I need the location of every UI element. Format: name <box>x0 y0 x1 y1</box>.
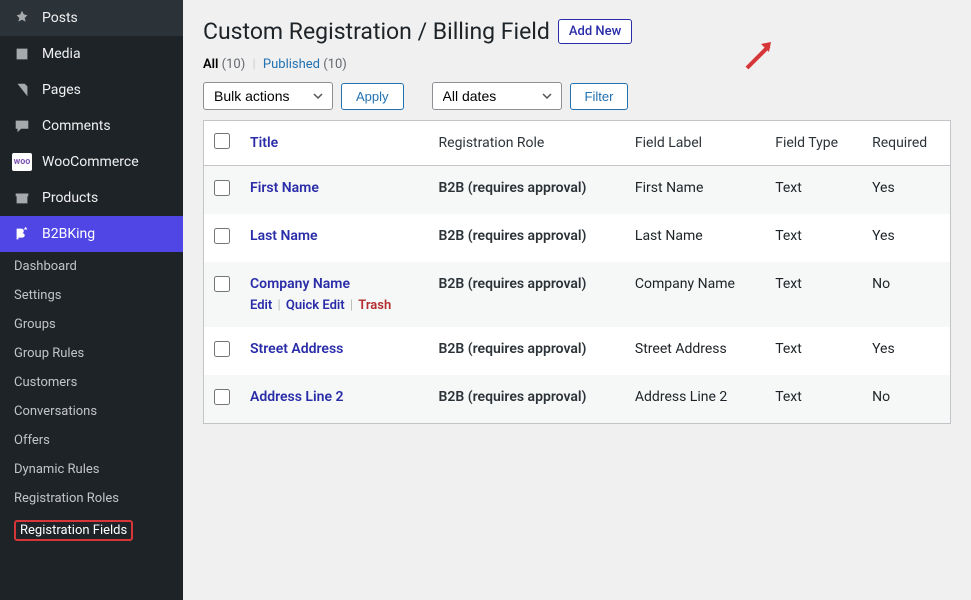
row-required: Yes <box>862 327 950 375</box>
submenu-conversations[interactable]: Conversations <box>0 397 183 426</box>
row-checkbox[interactable] <box>214 276 230 292</box>
filter-button[interactable]: Filter <box>570 83 629 110</box>
row-title-link[interactable]: Address Line 2 <box>250 389 343 405</box>
menu-label: WooCommerce <box>42 154 139 170</box>
row-checkbox[interactable] <box>214 180 230 196</box>
row-title-link[interactable]: First Name <box>250 180 319 196</box>
row-label: Address Line 2 <box>625 375 765 424</box>
row-label: Company Name <box>625 262 765 327</box>
submenu-registration-roles[interactable]: Registration Roles <box>0 484 183 513</box>
pages-icon <box>12 80 32 100</box>
add-new-button[interactable]: Add New <box>558 19 632 44</box>
menu-woocommerce[interactable]: woo WooCommerce <box>0 144 183 180</box>
menu-label: Posts <box>42 10 78 26</box>
submenu-offers[interactable]: Offers <box>0 426 183 455</box>
row-role: B2B (requires approval) <box>439 180 587 196</box>
menu-media[interactable]: Media <box>0 36 183 72</box>
row-actions: Edit | Quick Edit | Trash <box>250 298 419 313</box>
row-role: B2B (requires approval) <box>439 389 587 405</box>
menu-label: Products <box>42 190 98 206</box>
menu-comments[interactable]: Comments <box>0 108 183 144</box>
pin-icon <box>12 8 32 28</box>
menu-pages[interactable]: Pages <box>0 72 183 108</box>
row-role: B2B (requires approval) <box>439 276 587 292</box>
label-col: Field Label <box>625 121 765 166</box>
role-col: Registration Role <box>429 121 625 166</box>
title-col[interactable]: Title <box>240 121 429 166</box>
table-controls: Bulk actions Apply All dates Filter <box>203 82 951 110</box>
menu-label: B2BKing <box>42 226 95 242</box>
menu-label: Media <box>42 46 81 62</box>
fields-table: Title Registration Role Field Label Fiel… <box>203 120 951 424</box>
view-filters: All (10) | Published (10) <box>203 57 951 72</box>
table-row: Street Address B2B (requires approval) Str… <box>204 327 951 375</box>
menu-posts[interactable]: Posts <box>0 0 183 36</box>
b2bking-icon <box>12 224 32 244</box>
quick-edit-link[interactable]: Quick Edit <box>286 298 345 313</box>
row-checkbox[interactable] <box>214 228 230 244</box>
row-role: B2B (requires approval) <box>439 228 587 244</box>
row-type: Text <box>765 262 862 327</box>
table-row: Address Line 2 B2B (requires approval) Add… <box>204 375 951 424</box>
trash-link[interactable]: Trash <box>358 298 391 313</box>
menu-label: Pages <box>42 82 81 98</box>
filter-published[interactable]: Published (10) <box>263 57 347 72</box>
row-title-link[interactable]: Street Address <box>250 341 343 357</box>
row-type: Text <box>765 327 862 375</box>
menu-b2bking[interactable]: B2BKing <box>0 216 183 252</box>
date-filter-select[interactable]: All dates <box>432 82 562 110</box>
row-label: First Name <box>625 166 765 215</box>
row-required: Yes <box>862 214 950 262</box>
select-all-checkbox[interactable] <box>214 133 230 149</box>
select-all-col <box>204 121 241 166</box>
page-title: Custom Registration / Billing Field <box>203 18 550 45</box>
archive-icon <box>12 188 32 208</box>
submenu-group-rules[interactable]: Group Rules <box>0 339 183 368</box>
row-required: No <box>862 262 950 327</box>
required-col: Required <box>862 121 950 166</box>
submenu-customers[interactable]: Customers <box>0 368 183 397</box>
edit-link[interactable]: Edit <box>250 298 272 313</box>
submenu-groups[interactable]: Groups <box>0 310 183 339</box>
submenu-settings[interactable]: Settings <box>0 281 183 310</box>
bulk-actions-select[interactable]: Bulk actions <box>203 82 333 110</box>
menu-products[interactable]: Products <box>0 180 183 216</box>
row-required: No <box>862 375 950 424</box>
row-role: B2B (requires approval) <box>439 341 587 357</box>
filter-all[interactable]: All (10) <box>203 57 245 72</box>
row-checkbox[interactable] <box>214 341 230 357</box>
apply-button[interactable]: Apply <box>341 83 404 110</box>
submenu-label: Registration Fields <box>14 520 133 541</box>
row-title-link[interactable]: Last Name <box>250 228 318 244</box>
menu-label: Comments <box>42 118 111 134</box>
row-type: Text <box>765 166 862 215</box>
woo-icon: woo <box>12 152 32 172</box>
row-checkbox[interactable] <box>214 389 230 405</box>
submenu-registration-fields[interactable]: Registration Fields <box>0 513 183 548</box>
table-row: Company Name Edit | Quick Edit | Trash B2B… <box>204 262 951 327</box>
row-type: Text <box>765 214 862 262</box>
main-content: Custom Registration / Billing Field Add … <box>183 0 971 600</box>
submenu-dynamic-rules[interactable]: Dynamic Rules <box>0 455 183 484</box>
type-col: Field Type <box>765 121 862 166</box>
table-row: Last Name B2B (requires approval) Last Nam… <box>204 214 951 262</box>
row-label: Street Address <box>625 327 765 375</box>
admin-sidebar: Posts Media Pages Comments woo WooCommer… <box>0 0 183 600</box>
submenu-dashboard[interactable]: Dashboard <box>0 252 183 281</box>
row-type: Text <box>765 375 862 424</box>
row-label: Last Name <box>625 214 765 262</box>
row-title-link[interactable]: Company Name <box>250 276 350 292</box>
media-icon <box>12 44 32 64</box>
page-header: Custom Registration / Billing Field Add … <box>203 18 951 45</box>
table-row: First Name B2B (requires approval) First N… <box>204 166 951 215</box>
comment-icon <box>12 116 32 136</box>
row-required: Yes <box>862 166 950 215</box>
